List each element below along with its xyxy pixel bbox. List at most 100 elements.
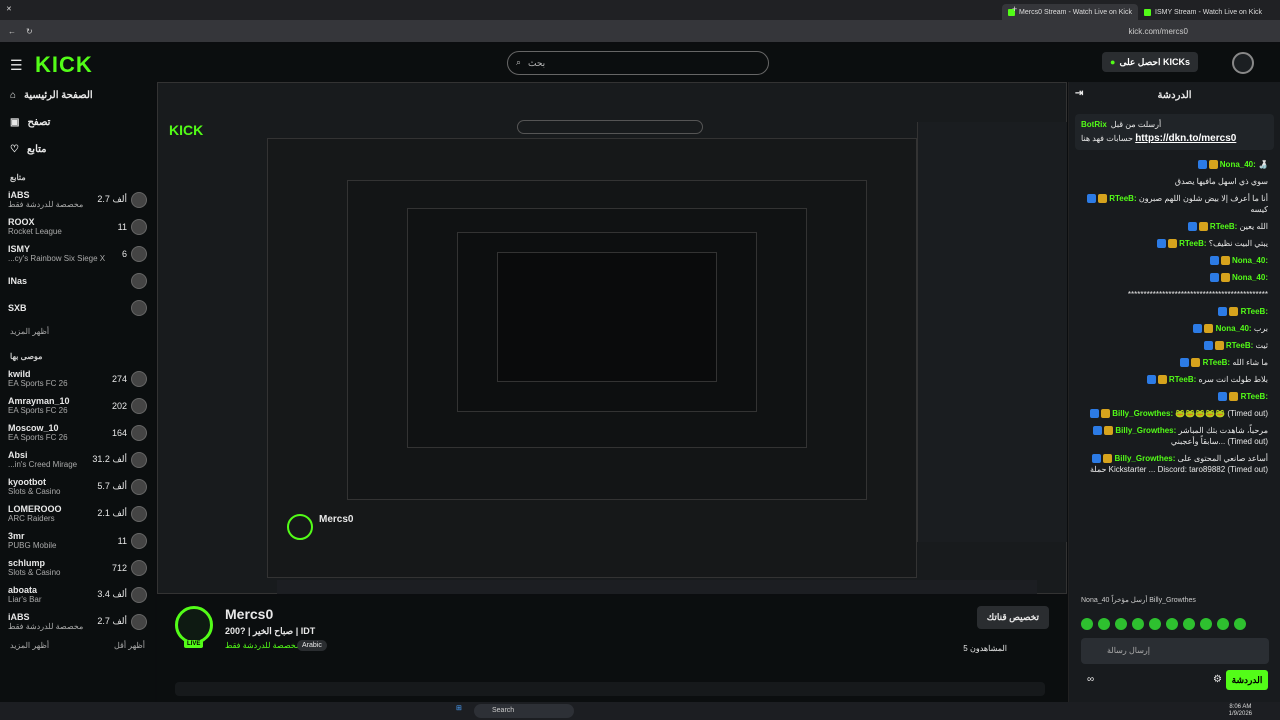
chat-text: يبتي البيت نظيف؟	[1208, 239, 1268, 248]
nav-home[interactable]: ⌂ الصفحة الرئيسية	[0, 82, 155, 109]
chat-username[interactable]: Nona_40:	[1232, 256, 1268, 265]
channel-item[interactable]: ISMY ...cy's Rainbow Six Siege X 6	[0, 240, 155, 267]
sidebar: ⌂ الصفحة الرئيسية ▣ تصفح ♡ متابع متابع iABS…	[0, 82, 155, 702]
collapse-chat-icon[interactable]: ⇥	[1075, 88, 1083, 99]
chat-message: Nona_40:	[1069, 252, 1280, 269]
channel-item[interactable]: Absi ...in's Creed Mirage 31.2 ألف	[0, 446, 155, 473]
pinned-message: BotRix أرسلت من قبل حسابات فهد هنا https:…	[1075, 114, 1274, 150]
taskbar-search[interactable]: Search	[474, 704, 574, 718]
channel-item[interactable]: INas	[0, 267, 155, 294]
chat-username[interactable]: Nona_40:	[1220, 160, 1256, 169]
refresh-icon[interactable]: ↻	[26, 27, 33, 36]
chat-username[interactable]: Billy_Growthes:	[1115, 454, 1176, 463]
channel-item[interactable]: iABS مخصصة للدردشة فقط 2.7 ألف	[0, 608, 155, 635]
pinned-user[interactable]: BotRix	[1081, 120, 1107, 129]
chat-username[interactable]: RTeeB:	[1203, 358, 1230, 367]
channel-item[interactable]: SXB	[0, 294, 155, 321]
badge-icon	[1156, 239, 1177, 249]
chat-username[interactable]: Billy_Growthes:	[1112, 409, 1173, 418]
clock[interactable]: 8:06 AM 1/9/2026	[1229, 704, 1252, 718]
chat-username[interactable]: RTeeB:	[1241, 392, 1268, 401]
show-more-link[interactable]: أظهر المزيد	[0, 321, 155, 342]
address-bar[interactable]: ← ↻ kick.com/mercs0	[0, 20, 1280, 42]
menu-icon[interactable]: ☰	[10, 57, 23, 74]
badge-icon	[1180, 358, 1201, 368]
chat-username[interactable]: RTeeB:	[1179, 239, 1206, 248]
viewer-count: 3.4 ألف	[97, 589, 127, 599]
channel-name: ISMY	[8, 244, 31, 254]
following-heading: متابع	[10, 173, 26, 182]
browser-tabbar: Mercs0 Stream - Watch Live on Kick ISMY …	[0, 0, 1280, 20]
send-button[interactable]: الدردشة	[1226, 670, 1268, 690]
chat-input[interactable]: إرسال رسالة	[1081, 638, 1269, 664]
channel-item[interactable]: ROOX Rocket League 11	[0, 213, 155, 240]
badge-icon	[1086, 194, 1107, 204]
channel-item[interactable]: 3mr PUBG Mobile 11	[0, 527, 155, 554]
chat-username[interactable]: RTeeB:	[1169, 375, 1196, 384]
channel-avatar	[131, 397, 147, 414]
channel-name[interactable]: Mercs0	[225, 606, 273, 622]
channel-item[interactable]: LOMEROOO ARC Raiders 2.1 ألف	[0, 500, 155, 527]
language-tag[interactable]: Arabic	[297, 640, 327, 651]
chat-username[interactable]: Billy_Growthes:	[1115, 426, 1176, 435]
kick-logo[interactable]: KICK	[35, 52, 93, 78]
chat-username[interactable]: RTeeB:	[1210, 222, 1237, 231]
gear-icon[interactable]: ⚙	[1213, 674, 1222, 685]
search-input[interactable]: ⌕ بحث	[507, 51, 769, 75]
viewer-count: 274	[111, 373, 127, 384]
channel-name: Moscow_10	[8, 423, 59, 433]
channel-avatar	[131, 424, 147, 441]
tab-ismy[interactable]: ISMY Stream - Watch Live on Kick	[1138, 4, 1268, 20]
chat-username[interactable]: RTeeB:	[1241, 307, 1268, 316]
infinity-icon[interactable]: ∞	[1087, 674, 1094, 685]
channel-item[interactable]: Amrayman_10 EA Sports FC 26 202	[0, 392, 155, 419]
chat-message: RTeeB: ثيت	[1069, 337, 1280, 354]
viewer-count: 2.1 ألف	[97, 508, 127, 518]
chat-text: ما شاء الله	[1232, 358, 1268, 367]
channel-item[interactable]: iABS مخصصة للدردشة فقط 2.7 ألف	[0, 186, 155, 213]
windows-icon[interactable]: ⊞	[456, 704, 462, 712]
channel-item[interactable]: schlump Slots & Casino 712	[0, 554, 155, 581]
channel-category: EA Sports FC 26	[8, 406, 68, 415]
new-tab-icon[interactable]: +	[1012, 4, 1017, 14]
url-text[interactable]: kick.com/mercs0	[1128, 27, 1188, 36]
chat-username[interactable]: Nona_40:	[1216, 324, 1252, 333]
pinned-link[interactable]: https://dkn.to/mercs0	[1135, 133, 1236, 144]
search-icon: ⌕	[516, 57, 522, 67]
channel-avatar	[131, 505, 147, 522]
user-avatar[interactable]	[1232, 52, 1254, 74]
channel-item[interactable]: Moscow_10 EA Sports FC 26 164	[0, 419, 155, 446]
channel-category: EA Sports FC 26	[8, 433, 68, 442]
stream-category[interactable]: مخصصة للدردشة فقط	[225, 641, 300, 650]
channel-item[interactable]: kwild EA Sports FC 26 274	[0, 365, 155, 392]
chat-message: ****************************************…	[1069, 286, 1280, 303]
video-player[interactable]: KICK Mercs0	[157, 82, 1067, 594]
emote-row	[1081, 618, 1246, 630]
nav-browse[interactable]: ▣ تصفح	[0, 109, 155, 136]
channel-item[interactable]: aboata Liar's Bar 3.4 ألف	[0, 581, 155, 608]
close-icon[interactable]: ✕	[6, 5, 12, 13]
viewer-count: 6	[121, 248, 127, 259]
get-kicks-button[interactable]: ● احصل على KICKs	[1102, 52, 1198, 72]
chat-username[interactable]: RTeeB:	[1226, 341, 1253, 350]
show-more-link[interactable]: أظهر المزيد	[10, 641, 49, 650]
chat-text: مرحباً، شاهدت بثك المباشر سابقاً وأعجبني…	[1170, 426, 1268, 446]
search-placeholder: بحث	[528, 58, 546, 68]
badge-icon	[1092, 454, 1113, 464]
home-icon: ⌂	[10, 90, 17, 101]
chat-username[interactable]: RTeeB:	[1109, 194, 1136, 203]
viewer-count: المشاهدون 5	[963, 644, 1007, 653]
channel-avatar	[131, 272, 147, 289]
show-less-link[interactable]: أظهر أقل	[114, 641, 145, 650]
taskbar-search-label: Search	[492, 707, 515, 714]
channel-item[interactable]: kyootbot Slots & Casino 5.7 ألف	[0, 473, 155, 500]
back-icon[interactable]: ←	[8, 27, 16, 36]
chat-username[interactable]: Nona_40:	[1232, 273, 1268, 282]
badge-icon	[1209, 273, 1230, 283]
channel-avatar[interactable]	[175, 606, 213, 644]
tab-mercs0[interactable]: Mercs0 Stream - Watch Live on Kick	[1002, 4, 1138, 20]
nav-following[interactable]: ♡ متابع	[0, 136, 155, 163]
customize-channel-button[interactable]: تخصيص قناتك	[976, 606, 1049, 629]
channel-category: مخصصة للدردشة فقط	[8, 622, 84, 631]
badge-icon	[1218, 392, 1239, 402]
